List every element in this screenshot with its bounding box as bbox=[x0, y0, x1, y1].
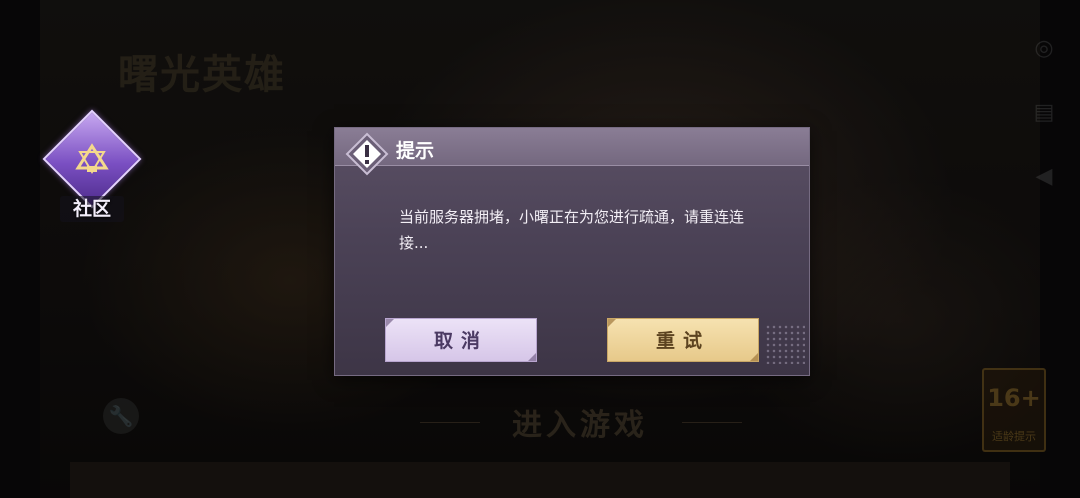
cancel-button[interactable]: 取消 bbox=[385, 318, 537, 362]
retry-button[interactable]: 重试 bbox=[607, 318, 759, 362]
community-triangle-icon bbox=[75, 143, 109, 174]
community-label: 社区 bbox=[72, 198, 111, 220]
alert-dialog: 提示 当前服务器拥堵，小曙正在为您进行疏通，请重连连接... 取消 重试 bbox=[334, 127, 810, 376]
warning-icon bbox=[345, 132, 389, 176]
retry-button-label: 重试 bbox=[655, 330, 710, 352]
button-corner bbox=[528, 353, 536, 361]
cancel-button-label: 取消 bbox=[433, 330, 488, 352]
game-launcher-screen: 曙光英雄 进入游戏 ◎ ▤ ◀ 🔧 16+ 适龄提示 社区 提示 当前服务器拥堵… bbox=[0, 0, 1080, 498]
dialog-message: 当前服务器拥堵，小曙正在为您进行疏通，请重连连接... bbox=[399, 208, 745, 252]
button-corner bbox=[608, 319, 616, 327]
decorative-dots bbox=[765, 324, 805, 364]
community-button[interactable]: 社区 bbox=[42, 109, 142, 228]
button-corner bbox=[386, 319, 394, 327]
button-corner bbox=[750, 353, 758, 361]
dialog-title: 提示 bbox=[396, 140, 435, 162]
